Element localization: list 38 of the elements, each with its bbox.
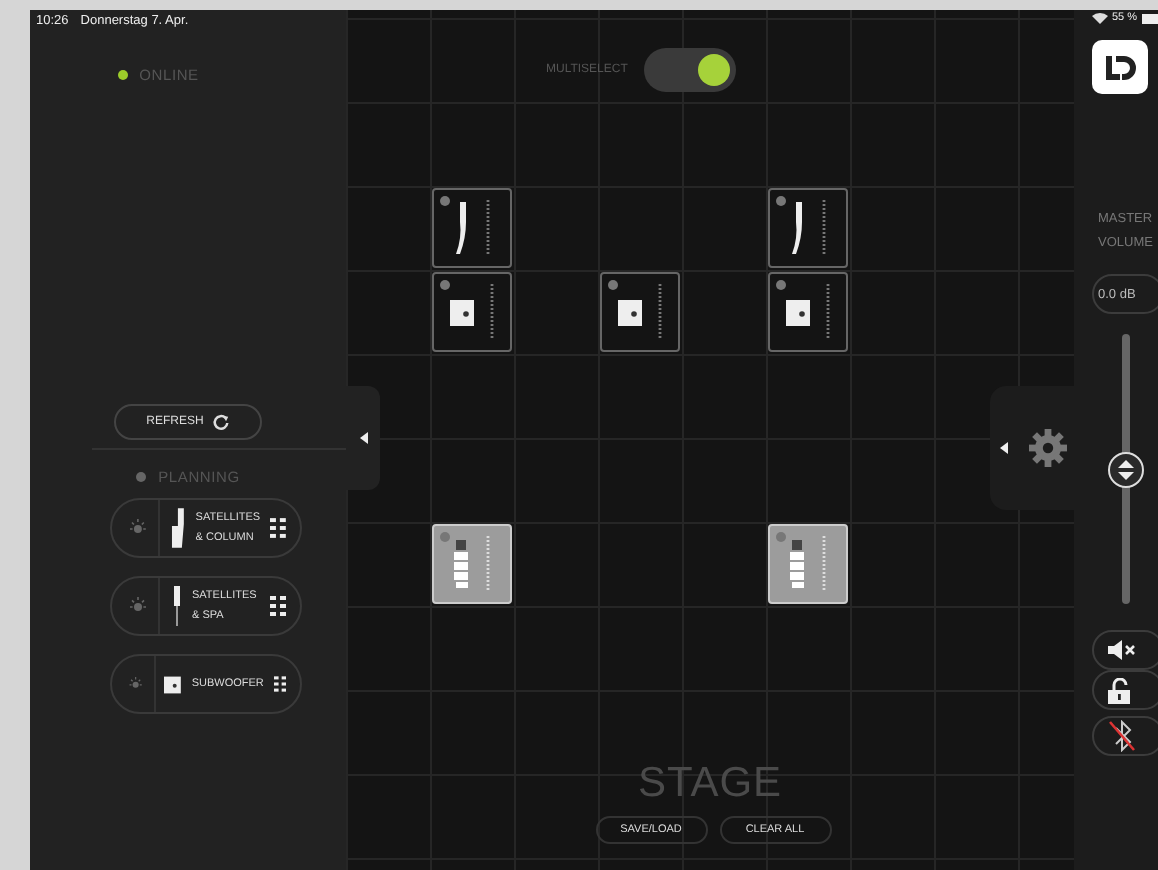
light-icon	[128, 596, 148, 616]
mute-button[interactable]	[1092, 630, 1158, 670]
mute-icon	[1108, 640, 1136, 660]
light-icon	[128, 674, 144, 694]
battery-icon	[1141, 13, 1158, 23]
speaker-tile[interactable]	[432, 188, 512, 268]
wifi-icon	[1092, 12, 1108, 24]
collapse-arrow-icon	[1000, 442, 1008, 454]
speaker-stand-icon	[170, 586, 182, 626]
speaker-tile[interactable]	[600, 272, 680, 352]
subwoofer-icon	[164, 673, 182, 695]
speaker-array-icon	[454, 540, 470, 588]
speaker-array-icon	[790, 540, 806, 588]
lock-button[interactable]	[1092, 670, 1158, 710]
drag-handle-icon[interactable]	[270, 518, 286, 538]
speaker-tile[interactable]	[768, 272, 848, 352]
settings-icon	[1028, 428, 1068, 468]
logo-icon	[1092, 40, 1148, 94]
subwoofer-icon	[618, 299, 642, 325]
lock-icon	[1108, 677, 1130, 703]
panel-tab[interactable]	[990, 386, 1074, 510]
column-speaker-icon	[169, 508, 186, 548]
subwoofer-icon	[786, 299, 810, 325]
volume-slider[interactable]	[1108, 334, 1144, 604]
bluetooth-off-button[interactable]	[1092, 716, 1158, 756]
speaker-tile[interactable]	[432, 272, 512, 352]
subwoofer-icon	[450, 299, 474, 325]
bluetooth-off-icon	[1108, 720, 1136, 752]
light-icon	[128, 518, 148, 538]
collapse-arrow-icon	[359, 432, 367, 444]
satellite-speaker-icon	[454, 202, 470, 254]
drag-handle-icon[interactable]	[273, 674, 286, 694]
speaker-tile[interactable]	[768, 188, 848, 268]
volume-thumb[interactable]	[1108, 451, 1144, 487]
satellite-speaker-icon	[790, 202, 806, 254]
multiselect-toggle[interactable]	[643, 48, 736, 92]
drag-handle-icon[interactable]	[270, 596, 286, 616]
refresh-icon	[211, 413, 230, 431]
